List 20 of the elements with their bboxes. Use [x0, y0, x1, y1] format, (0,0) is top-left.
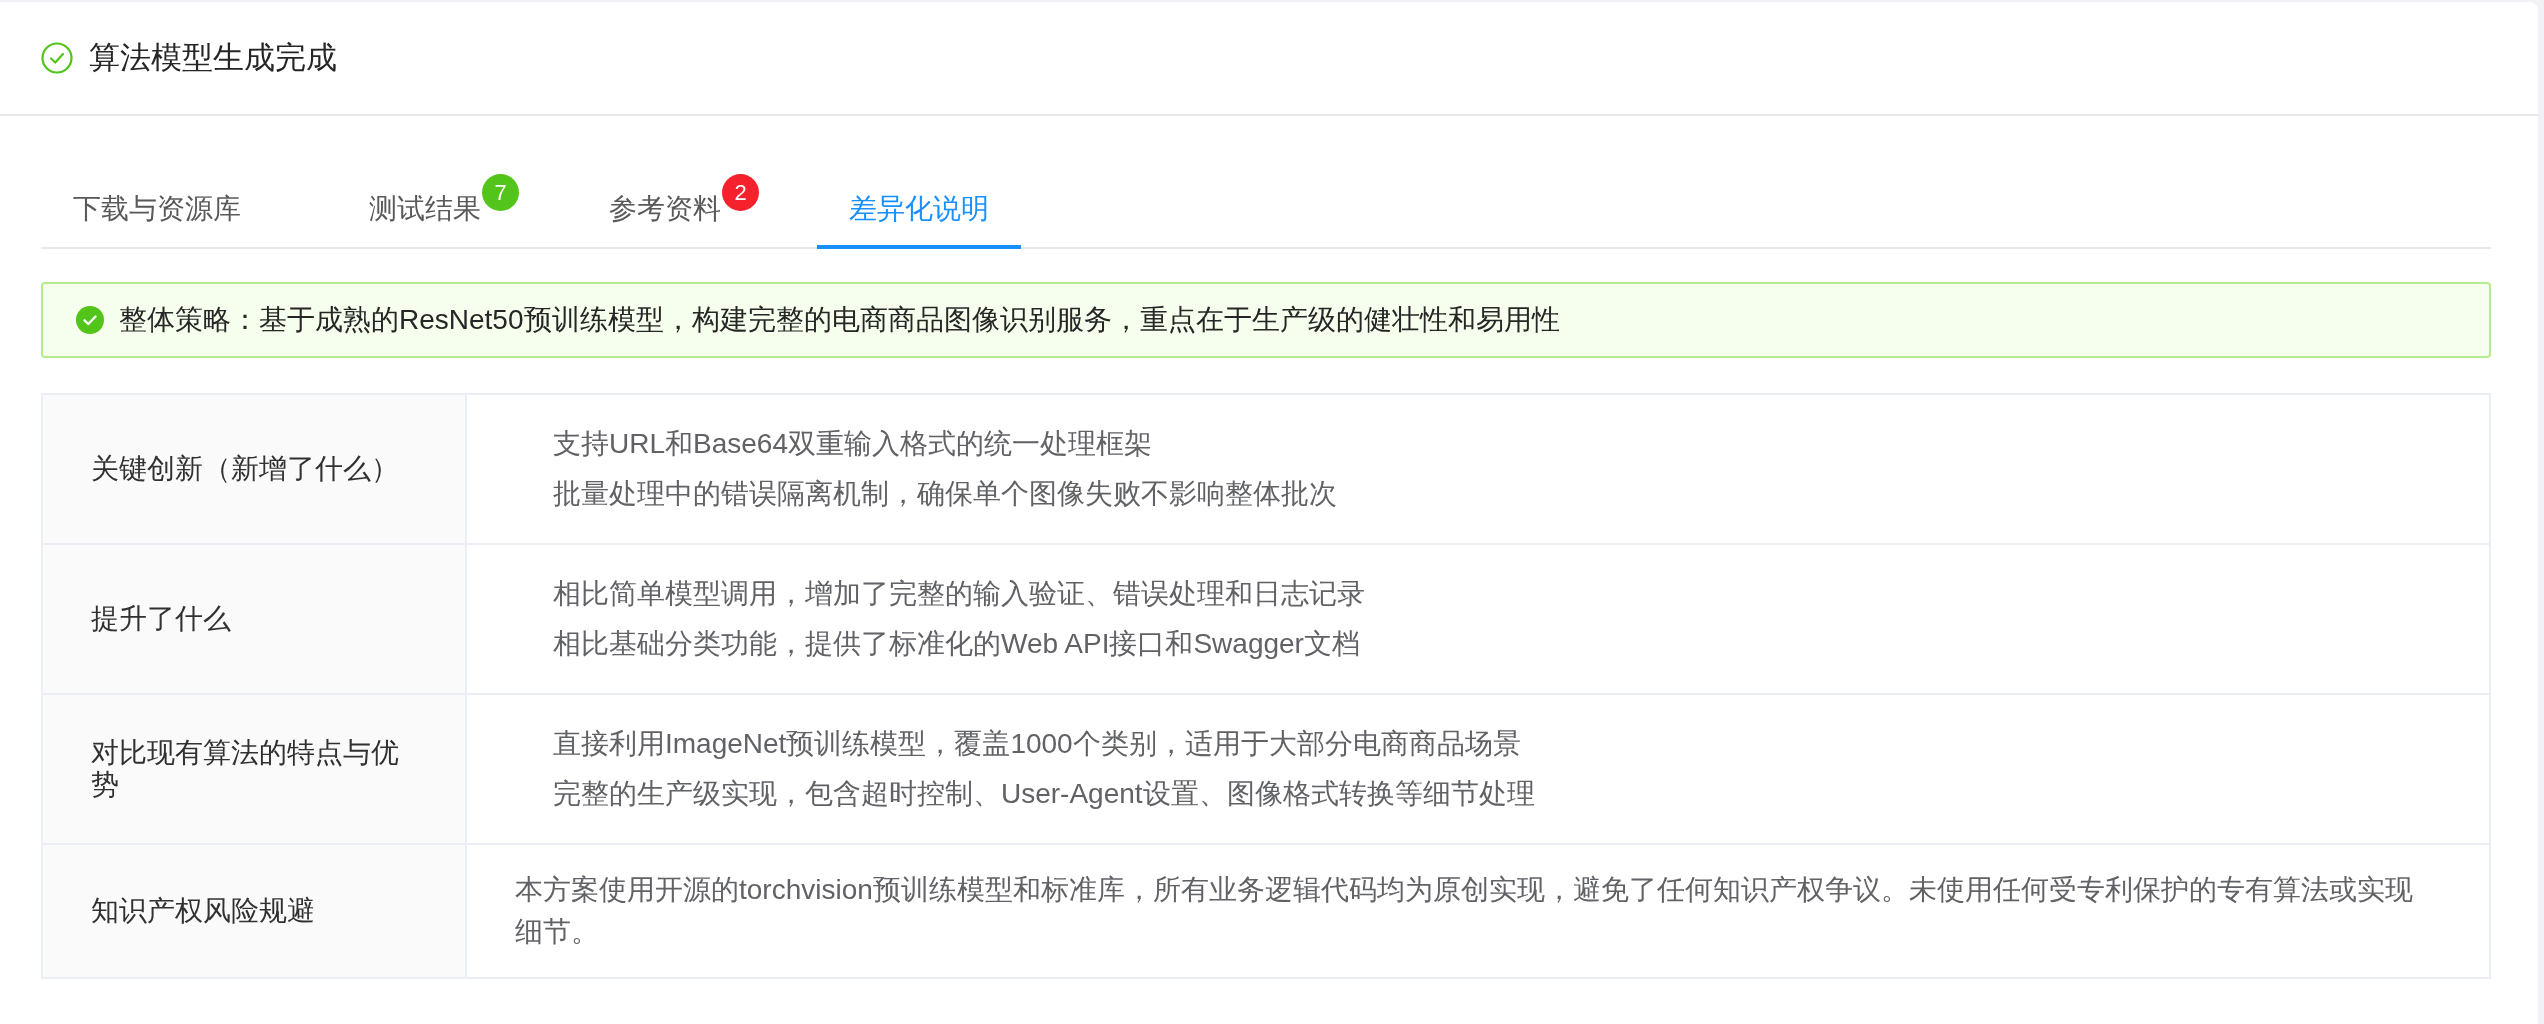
row-label-cell: 关键创新（新增了什么） [43, 395, 467, 543]
row-label-cell: 知识产权风险规避 [43, 845, 467, 977]
list-item: 相比基础分类功能，提供了标准化的Web API接口和Swagger文档 [553, 627, 1361, 661]
row-label-cell: 提升了什么 [43, 545, 467, 693]
count-badge: 2 [722, 174, 759, 211]
row-label-cell: 对比现有算法的特点与优势 [43, 695, 467, 843]
list-item: 直接利用ImageNet预训练模型，覆盖1000个类别，适用于大部分电商商品场景 [553, 727, 1522, 761]
list-item: 批量处理中的错误隔离机制，确保单个图像失败不影响整体批次 [553, 477, 1337, 511]
list-item: 完整的生产级实现，包含超时控制、User-Agent设置、图像格式转换等细节处理 [553, 777, 1535, 811]
list-item: 支持URL和Base64双重输入格式的统一处理框架 [553, 427, 1153, 461]
page-title: 算法模型生成完成 [89, 38, 337, 77]
tab[interactable]: 下载与资源库 [41, 172, 273, 249]
alert-text: 整体策略：基于成熟的ResNet50预训练模型，构建完整的电商商品图像识别服务，重点在于生产级的健壮性和易用性 [119, 303, 1560, 337]
check-circle-icon [76, 306, 104, 334]
tab[interactable]: 参考资料 2 [577, 172, 759, 249]
tab[interactable]: 测试结果 7 [337, 172, 519, 249]
check-circle-icon [41, 42, 73, 74]
count-badge: 7 [482, 174, 519, 211]
cell-text: 本方案使用开源的torchvision预训练模型和标准库，所有业务逻辑代码均为原创实现，避免了任何知识产权争议。未使用任何受专利保护的专有算法或实现细节。 [515, 873, 2414, 949]
list-item: 相比简单模型调用，增加了完整的输入验证、错误处理和日志记录 [553, 577, 1365, 611]
